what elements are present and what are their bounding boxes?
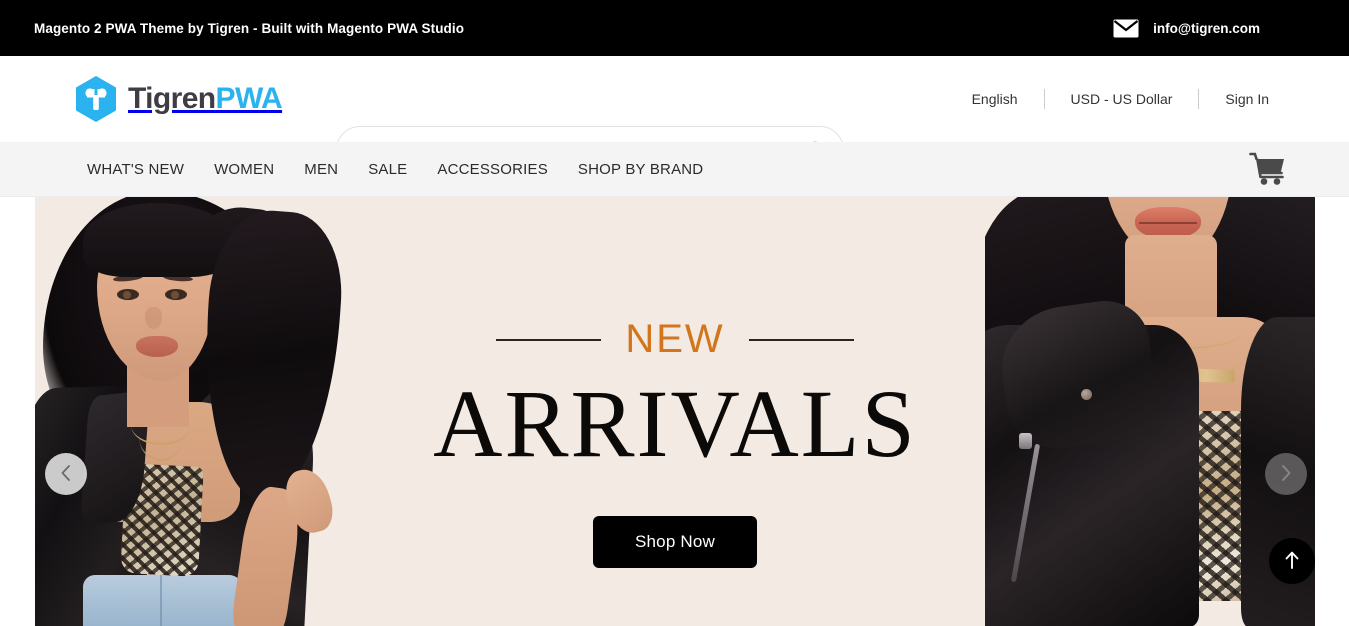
arrow-up-icon [1282, 549, 1302, 574]
carousel-next-button[interactable] [1265, 453, 1307, 495]
envelope-icon [1113, 19, 1139, 38]
contact-email-text: info@tigren.com [1153, 20, 1260, 36]
scroll-to-top-button[interactable] [1269, 538, 1315, 584]
logo-text-tigren: Tigren [128, 82, 216, 115]
cart-button[interactable] [1249, 152, 1287, 186]
hero-headline: ARRIVALS [433, 370, 917, 477]
site-logo[interactable]: TigrenPWA [74, 75, 314, 123]
shopping-cart-icon [1249, 152, 1287, 190]
chevron-right-icon [1279, 463, 1293, 486]
carousel-prev-button[interactable] [45, 453, 87, 495]
top-announcement-bar: Magento 2 PWA Theme by Tigren - Built wi… [0, 0, 1349, 56]
hero-carousel: NEW ARRIVALS Shop Now [0, 197, 1349, 626]
nav-item-shop-by-brand[interactable]: SHOP BY BRAND [563, 161, 718, 178]
nav-item-list: WHAT'S NEW WOMEN MEN SALE ACCESSORIES SH… [82, 161, 718, 178]
hero-eyebrow-text: NEW [625, 317, 725, 361]
hero-copy: NEW ARRIVALS Shop Now [35, 317, 1315, 568]
nav-item-whats-new[interactable]: WHAT'S NEW [82, 161, 199, 178]
shop-now-button[interactable]: Shop Now [592, 516, 758, 568]
main-navigation: WHAT'S NEW WOMEN MEN SALE ACCESSORIES SH… [0, 142, 1349, 197]
language-selector[interactable]: English [946, 91, 1044, 107]
header-utility-links: English USD - US Dollar Sign In [946, 56, 1315, 142]
nav-item-sale[interactable]: SALE [353, 161, 422, 178]
hexagon-logo-icon [74, 75, 118, 123]
rule-right [748, 338, 854, 341]
site-header: TigrenPWA English USD - US Dollar Sign I… [0, 56, 1349, 174]
nav-item-men[interactable]: MEN [289, 161, 353, 178]
logo-text-pwa: PWA [215, 82, 283, 115]
announcement-text: Magento 2 PWA Theme by Tigren - Built wi… [34, 20, 465, 36]
logo-wordmark: TigrenPWA [128, 82, 283, 116]
rule-left [496, 338, 602, 341]
hero-slide: NEW ARRIVALS Shop Now [35, 197, 1315, 626]
hero-eyebrow-row: NEW [35, 317, 1315, 362]
nav-item-accessories[interactable]: ACCESSORIES [422, 161, 563, 178]
sign-in-link[interactable]: Sign In [1199, 91, 1295, 107]
currency-selector[interactable]: USD - US Dollar [1045, 91, 1199, 107]
nav-item-women[interactable]: WOMEN [199, 161, 289, 178]
contact-email-group[interactable]: info@tigren.com [1113, 19, 1260, 38]
chevron-left-icon [59, 463, 73, 486]
